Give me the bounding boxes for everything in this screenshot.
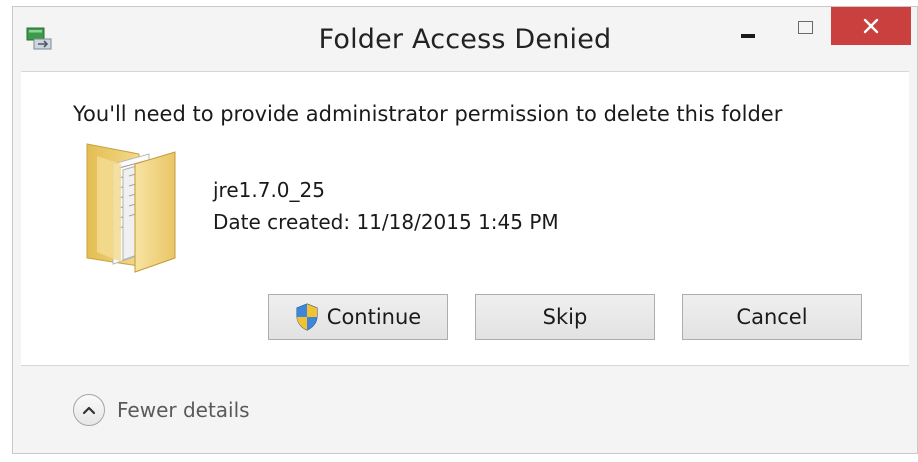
- minimize-button[interactable]: [728, 7, 768, 43]
- chevron-up-glyph: [82, 406, 96, 415]
- folder-icon: [86, 143, 176, 273]
- folder-name: jre1.7.0_25: [213, 178, 325, 202]
- close-icon: [863, 18, 879, 34]
- maximize-button[interactable]: [785, 7, 825, 43]
- close-button[interactable]: [831, 7, 911, 45]
- skip-button[interactable]: Skip: [475, 294, 655, 340]
- fewer-details-label[interactable]: Fewer details: [117, 398, 250, 422]
- permission-message: You'll need to provide administrator per…: [73, 102, 783, 126]
- cancel-button[interactable]: Cancel: [682, 294, 862, 340]
- continue-button[interactable]: Continue: [268, 294, 448, 340]
- file-transfer-icon: [26, 27, 52, 50]
- chevron-up-icon[interactable]: [73, 394, 105, 426]
- maximize-icon: [797, 20, 813, 34]
- folder-access-denied-dialog: Folder Access Denied You'll need to prov…: [12, 6, 918, 454]
- continue-label: Continue: [326, 305, 422, 329]
- window-title: Folder Access Denied: [318, 24, 612, 55]
- cancel-label: Cancel: [736, 305, 808, 329]
- skip-label: Skip: [542, 305, 588, 329]
- folder-date-created: Date created: 11/18/2015 1:45 PM: [213, 210, 559, 234]
- uac-shield-icon: [296, 303, 318, 331]
- minimize-icon: [741, 34, 755, 38]
- fewer-details-toggle[interactable]: Fewer details: [73, 394, 250, 426]
- dialog-content: You'll need to provide administrator per…: [21, 71, 909, 366]
- title-bar[interactable]: Folder Access Denied: [13, 7, 917, 71]
- dialog-footer: Fewer details: [21, 366, 909, 446]
